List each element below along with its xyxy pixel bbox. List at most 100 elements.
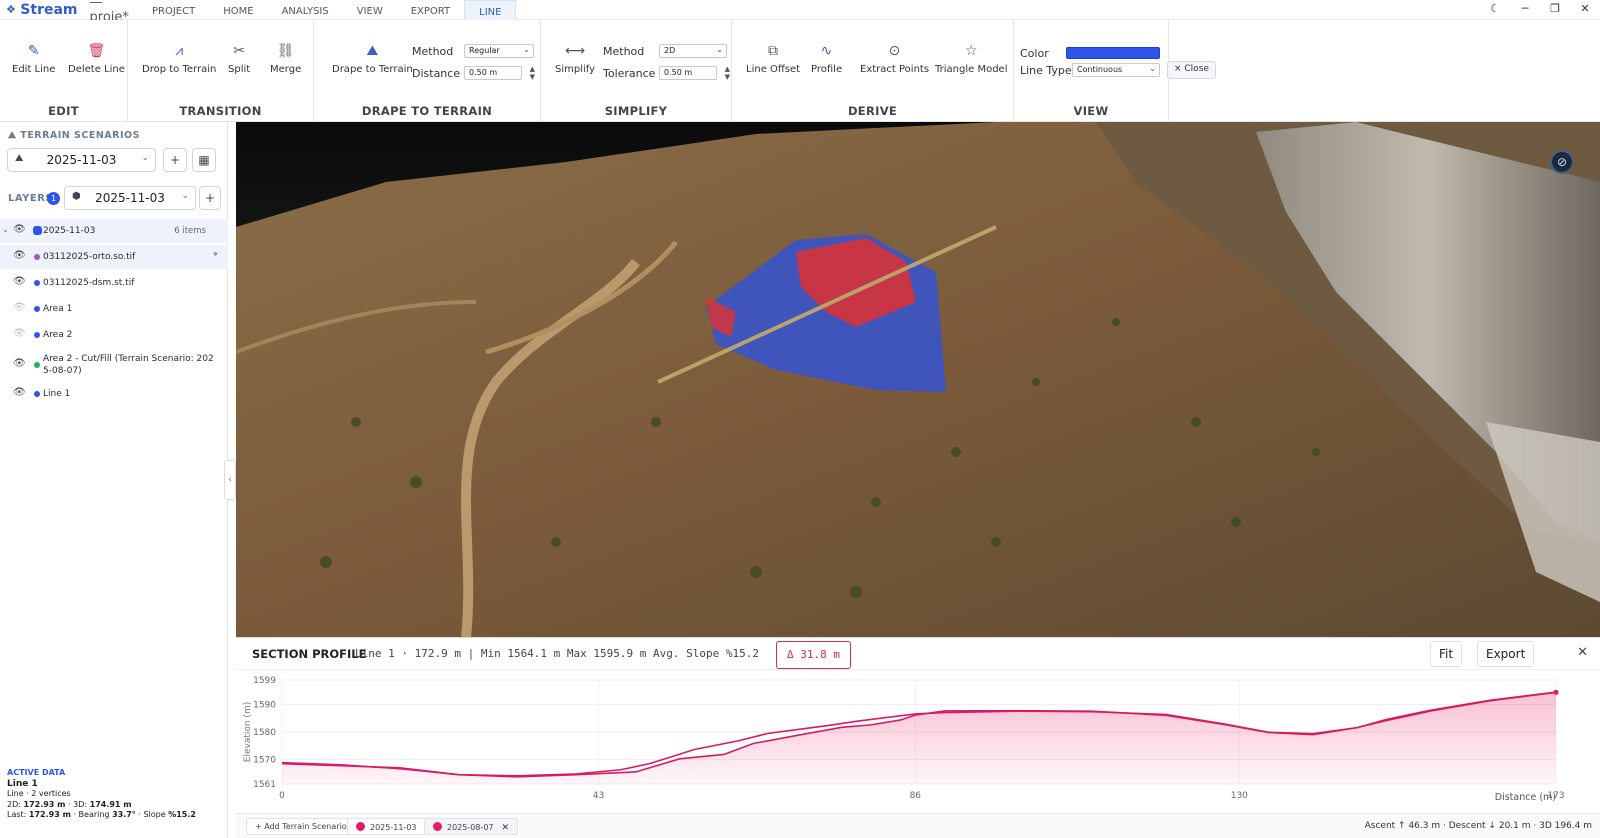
delete-line-label: Delete Line [68, 64, 125, 75]
eye-off-icon[interactable]: 👁 [13, 302, 26, 313]
scenario-tab[interactable]: 2025-08-07 ✕ [424, 818, 519, 835]
scenario-color-dot [433, 822, 442, 831]
simplify-method-value: 2D [664, 46, 676, 55]
compass-icon[interactable]: ⊘ [1550, 150, 1574, 174]
simplify-button[interactable]: ⟷ Simplify [555, 42, 595, 75]
layer-name: Line 1 [43, 389, 71, 399]
drape-distance-input[interactable]: 0.50 m ▲ ▼ [464, 65, 535, 81]
chevron-down-icon[interactable]: ⌄ [2, 225, 9, 234]
scenario-select[interactable]: ⛰ 2025-11-03 ⌄ [7, 148, 156, 172]
terrain-3d-viewport[interactable]: ⊘ [236, 122, 1600, 637]
layer-group-row[interactable]: ⌄ 👁 2025-11-03 6 items [0, 219, 228, 243]
spinner-icon[interactable]: ▲ ▼ [530, 65, 535, 81]
layer-name-continued: 5-08-07) [43, 366, 82, 376]
extract-points-button[interactable]: ⊙ Extract Points [860, 42, 929, 75]
terrain-scenarios-label: TERRAIN SCENARIOS [20, 130, 140, 141]
eye-icon[interactable]: 👁 [13, 250, 26, 261]
export-button[interactable]: Export [1477, 641, 1535, 667]
section-profile-panel: SECTION PROFILE Line 1 · 172.9 m | Min 1… [236, 637, 1600, 813]
ribbon-group-derive: ⧉ Line Offset ∿ Profile ⊙ Extract Points… [732, 20, 1014, 122]
split-label: Split [228, 64, 251, 75]
layer-row[interactable]: 👁 Area 2 [0, 323, 228, 347]
line-type-select[interactable]: Continuous ⌄ [1072, 63, 1160, 77]
layers-date-select[interactable]: ⬢ 2025-11-03 ⌄ [64, 186, 196, 210]
drop-terrain-icon: ⩘ [175, 43, 184, 59]
drop-to-terrain-button[interactable]: ⩘ Drop to Terrain [142, 42, 216, 75]
eye-icon[interactable]: 👁 [13, 358, 26, 369]
layer-name: 2025-11-03 [43, 226, 96, 236]
moon-icon[interactable]: ☾ [1480, 0, 1510, 18]
layer-name: 03112025-orto.so.tif [43, 252, 136, 262]
ribbon-group-view: Color Line Type Continuous ⌄ VIEW [1014, 20, 1169, 122]
layer-row[interactable]: 👁 Area 2 - Cut/Fill (Terrain Scenario: 2… [0, 350, 228, 382]
location-pin-icon[interactable]: ⌖ [213, 250, 218, 260]
minimize-button[interactable]: ─ [1510, 0, 1540, 18]
window-close-button[interactable]: ✕ [1570, 0, 1600, 18]
tab-project[interactable]: PROJECT [138, 0, 209, 20]
layer-row[interactable]: 👁 Line 1 [0, 382, 228, 406]
panel-collapse-handle[interactable]: ‹ [224, 460, 236, 500]
color-picker[interactable] [1066, 47, 1160, 59]
profile-button[interactable]: ∿ Profile [811, 42, 842, 75]
slope-value: %15.2 [168, 810, 196, 819]
scenario-tab-label: 2025-11-03 [370, 823, 417, 832]
tab-export[interactable]: EXPORT [397, 0, 464, 20]
triangle-model-label: Triangle Model [935, 64, 1008, 75]
layer-row[interactable]: 👁 03112025-orto.so.tif ⌖ [0, 245, 228, 269]
maximize-button[interactable]: ❐ [1540, 0, 1570, 18]
ribbon-group-transition: ⩘ Drop to Terrain ✂ Split ⛓ Merge TRANSI… [128, 20, 314, 122]
delete-line-button[interactable]: 🗑 Delete Line [68, 42, 125, 75]
scenario-tab[interactable]: 2025-11-03 [347, 818, 426, 835]
x-tick-label: 43 [593, 791, 604, 801]
triangle-model-button[interactable]: ☆ Triangle Model [935, 42, 1007, 75]
spinner-icon[interactable]: ▲ ▼ [725, 65, 730, 81]
profile-chart[interactable]: 1561 1570 1580 1590 1599 0 43 86 130 173 Elevation… [236, 670, 1600, 814]
window-controls: ☾ ─ ❐ ✕ [1480, 0, 1600, 18]
add-terrain-scenario-button[interactable]: + Add Terrain Scenario [246, 818, 356, 835]
tab-analysis[interactable]: ANALYSIS [268, 0, 343, 20]
tab-view[interactable]: VIEW [343, 0, 397, 20]
eye-off-icon[interactable]: 👁 [13, 328, 26, 339]
y-tick-label: 1580 [253, 728, 276, 738]
line-offset-button[interactable]: ⧉ Line Offset [746, 42, 800, 75]
layers-count-badge: 1 [47, 192, 60, 205]
title-bar: ❖ Stream — proje* PROJECT HOME ANALYSIS … [0, 0, 1600, 25]
x-tick-label: 86 [910, 791, 922, 801]
grid-icon[interactable]: ▦ [192, 148, 216, 172]
layer-row[interactable]: 👁 03112025-dsm.st.tif [0, 271, 228, 295]
eye-icon[interactable]: 👁 [13, 224, 26, 235]
drape-method-select[interactable]: Regular ⌄ [464, 44, 534, 58]
target-icon: ⊙ [888, 43, 901, 59]
split-button[interactable]: ✂ Split [228, 42, 250, 75]
eye-icon[interactable]: 👁 [13, 276, 26, 287]
simplify-method-select[interactable]: 2D ⌄ [659, 44, 727, 58]
active-data-name: Line 1 [7, 778, 38, 789]
ribbon-close-button[interactable]: × Close [1167, 61, 1216, 79]
tolerance-input[interactable]: 0.50 m ▲ ▼ [659, 65, 730, 81]
simplify-icon: ⟷ [564, 43, 586, 59]
add-scenario-button[interactable]: + [163, 148, 187, 172]
edit-line-button[interactable]: ✎ Edit Line [12, 42, 55, 75]
tab-home[interactable]: HOME [209, 0, 267, 20]
length-3d-label: · 3D: [65, 799, 90, 809]
layer-row[interactable]: 👁 Area 1 [0, 297, 228, 321]
layer-color-dot [34, 332, 40, 338]
layers-date-value: 2025-11-03 [95, 191, 165, 205]
merge-button[interactable]: ⛓ Merge [270, 42, 301, 75]
drape-to-terrain-button[interactable]: ⛰ Drape to Terrain [332, 42, 413, 75]
add-layer-button[interactable]: + [199, 186, 221, 210]
close-icon[interactable]: ✕ [1577, 645, 1588, 660]
status-bar: + Add Terrain Scenario 2025-11-03 2025-0… [236, 813, 1600, 838]
fit-button[interactable]: Fit [1430, 641, 1463, 667]
layer-name: 03112025-dsm.st.tif [43, 278, 135, 288]
stream-logo-icon: ❖ [6, 2, 16, 16]
terrain-icon: ⛰ [8, 130, 21, 141]
eye-icon[interactable]: 👁 [13, 387, 26, 398]
copy-icon: ⧉ [768, 43, 779, 59]
last-label: Last: [7, 810, 29, 819]
close-icon[interactable]: ✕ [502, 823, 510, 833]
profile-stats: Line 1 · 172.9 m | Min 1564.1 m Max 1595… [355, 647, 759, 660]
line-type-value: Continuous [1077, 65, 1123, 74]
trash-icon: 🗑 [87, 43, 106, 59]
tab-line[interactable]: LINE [464, 0, 517, 20]
